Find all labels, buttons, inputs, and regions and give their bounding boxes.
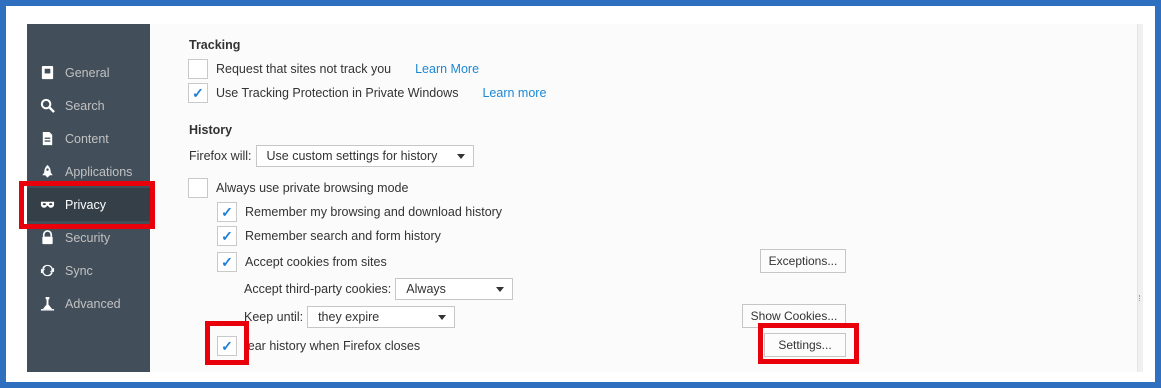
remember-search-label: Remember search and form history [245,229,441,243]
sidebar-item-advanced[interactable]: Advanced [27,287,150,320]
sidebar-item-general[interactable]: General [27,56,150,89]
scrollbar[interactable] [1137,24,1143,372]
chevron-down-icon [496,286,505,292]
sidebar-item-label: General [65,65,110,80]
do-not-track-checkbox[interactable] [188,59,208,79]
private-mode-label: Always use private browsing mode [216,181,409,195]
private-mode-row: Always use private browsing mode [188,177,408,199]
accept-cookies-label: Accept cookies from sites [245,255,387,269]
firefox-will-label: Firefox will: [189,149,252,163]
tracking-protection-row: ✓ Use Tracking Protection in Private Win… [188,82,546,104]
remember-browsing-label: Remember my browsing and download histor… [245,205,503,219]
third-party-cookies-value: Always [406,282,446,296]
keep-until-value: they expire [318,310,380,324]
chevron-down-icon [456,153,465,159]
security-icon [39,230,55,246]
sidebar-item-label: Advanced [65,296,121,311]
keep-until-dropdown[interactable]: they expire [307,306,456,328]
remember-search-row: ✓ Remember search and form history [217,225,441,247]
checkmark-icon: ✓ [192,84,204,101]
remember-search-checkbox[interactable]: ✓ [217,226,237,246]
chevron-down-icon [438,314,447,320]
clear-history-label: lear history when Firefox closes [245,339,421,353]
checkmark-icon: ✓ [221,253,233,270]
third-party-cookies-dropdown[interactable]: Always [395,278,514,300]
sidebar-item-search[interactable]: Search [27,89,150,122]
do-not-track-learn-more-link[interactable]: Learn More [415,62,479,76]
exceptions-button[interactable]: Exceptions... [760,249,846,273]
keep-until-row: Keep until: they expire [244,306,456,328]
checkmark-icon: ✓ [221,203,233,220]
keep-until-label: Keep until: [244,310,304,324]
checkmark-icon: ✓ [221,227,233,244]
search-icon [39,98,55,114]
highlight-clear-history-checkbox [205,321,249,365]
remember-browsing-checkbox[interactable]: ✓ [217,202,237,222]
accept-cookies-row: ✓ Accept cookies from sites [217,251,387,273]
sidebar-item-label: Applications [65,164,133,179]
advanced-icon [39,296,55,312]
sidebar-item-content[interactable]: Content [27,122,150,155]
tracking-protection-checkbox[interactable]: ✓ [188,83,208,103]
highlight-privacy [19,181,155,229]
privacy-settings-pane: Tracking Request that sites not track yo… [150,24,1135,372]
sidebar-item-label: Search [65,98,105,113]
sidebar-item-label: Content [65,131,109,146]
accept-cookies-checkbox[interactable]: ✓ [217,252,237,272]
highlight-settings-button [758,323,859,364]
scrollbar-grip [1139,295,1141,301]
history-heading: History [189,123,233,137]
third-party-cookies-row: Accept third-party cookies: Always [244,278,514,300]
do-not-track-label: Request that sites not track you [216,62,392,76]
third-party-cookies-label: Accept third-party cookies: [244,282,392,296]
do-not-track-row: Request that sites not track you Learn M… [188,58,479,80]
tracking-protection-learn-more-link[interactable]: Learn more [482,86,546,100]
private-mode-checkbox[interactable] [188,178,208,198]
sidebar-item-sync[interactable]: Sync [27,254,150,287]
history-mode-value: Use custom settings for history [266,149,438,163]
tracking-heading: Tracking [189,38,241,52]
preferences-window: General Search Content Applications Priv… [27,24,1143,372]
applications-icon [39,164,55,180]
content-icon [39,131,55,147]
history-mode-dropdown[interactable]: Use custom settings for history [255,145,474,167]
sidebar-item-label: Sync [65,263,93,278]
remember-browsing-row: ✓ Remember my browsing and download hist… [217,201,502,223]
general-icon [39,65,55,81]
sidebar-item-label: Security [65,230,111,245]
tracking-protection-label: Use Tracking Protection in Private Windo… [216,86,459,100]
firefox-will-row: Firefox will: Use custom settings for hi… [189,145,474,167]
sync-icon [39,263,55,279]
